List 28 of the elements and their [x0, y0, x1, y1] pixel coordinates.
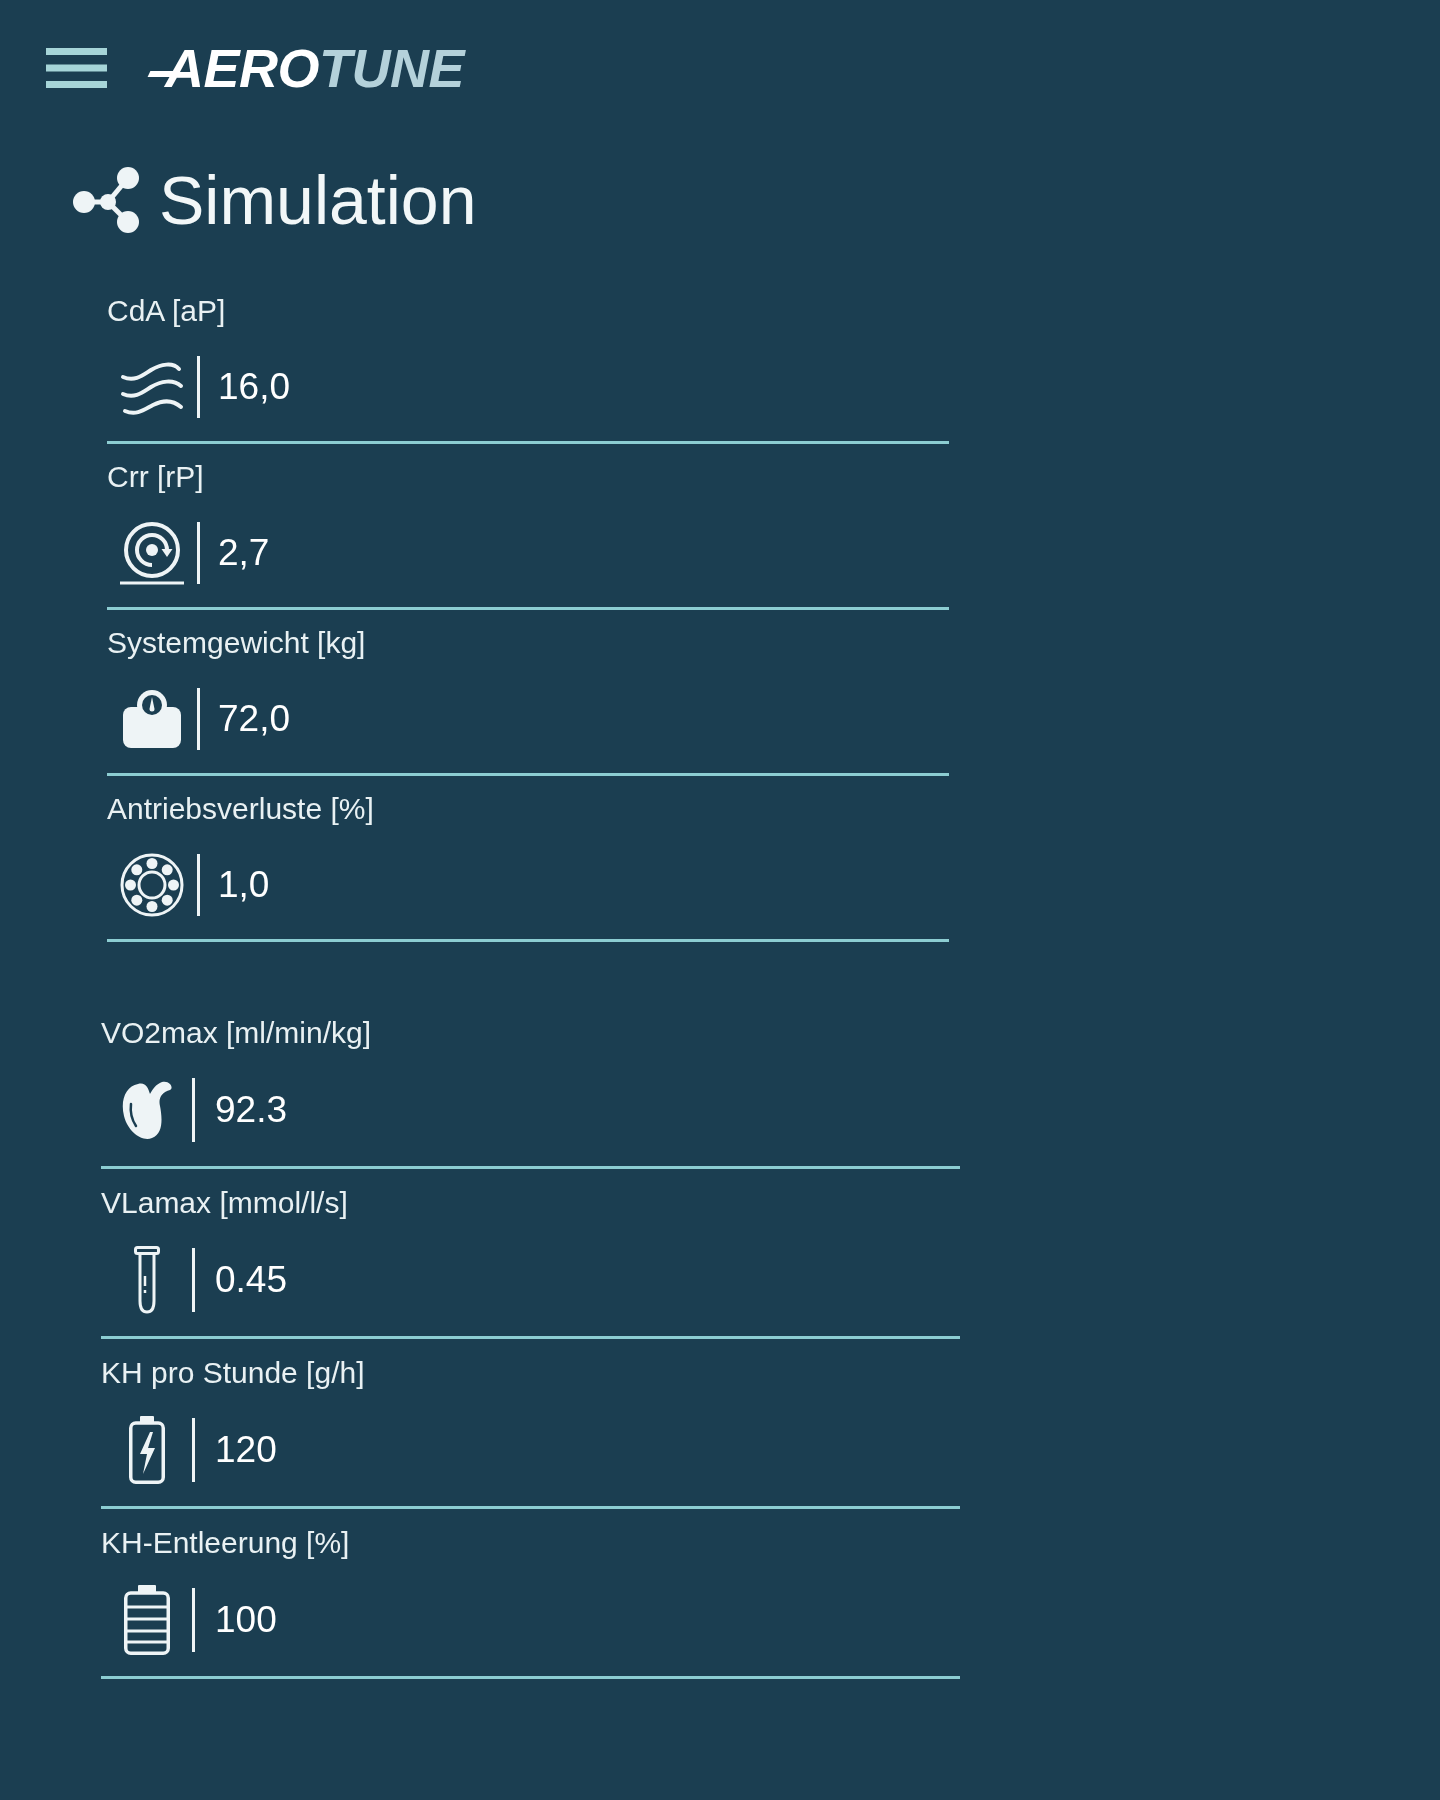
field-label: Systemgewicht [kg]: [107, 626, 367, 660]
wheel-icon: [118, 521, 186, 585]
test-tube-icon: [133, 1246, 160, 1314]
field-label: Antriebsverluste [%]: [107, 792, 375, 826]
battery-icon: [123, 1585, 170, 1655]
field-label: Crr [rP]: [107, 460, 205, 494]
value-field[interactable]: 72,0: [218, 696, 949, 742]
logo: AEROTUNE: [149, 41, 464, 95]
field-label: VO2max [ml/min/kg]: [101, 1016, 373, 1050]
value-field[interactable]: 2,7: [218, 530, 949, 576]
battery-bolt-icon: [128, 1416, 165, 1484]
value-field[interactable]: 92.3: [215, 1087, 960, 1133]
menu-button[interactable]: [46, 48, 107, 88]
value-field[interactable]: 1,0: [218, 862, 949, 908]
heart-icon: [120, 1080, 173, 1140]
value-field[interactable]: 0.45: [215, 1257, 960, 1303]
menu-icon: [46, 48, 107, 88]
field-label: VLamax [mmol/l/s]: [101, 1186, 349, 1220]
nodes-icon: [71, 166, 141, 234]
page-title: Simulation: [159, 166, 477, 234]
field-label: CdA [aP]: [107, 294, 227, 328]
bearing-icon: [120, 853, 184, 917]
value-field[interactable]: 120: [215, 1427, 960, 1473]
field-label: KH-Entleerung [%]: [101, 1526, 351, 1560]
value-field[interactable]: 100: [215, 1597, 960, 1643]
value-field[interactable]: 16,0: [218, 364, 949, 410]
scale-icon: [122, 689, 182, 749]
field-label: KH pro Stunde [g/h]: [101, 1356, 366, 1390]
